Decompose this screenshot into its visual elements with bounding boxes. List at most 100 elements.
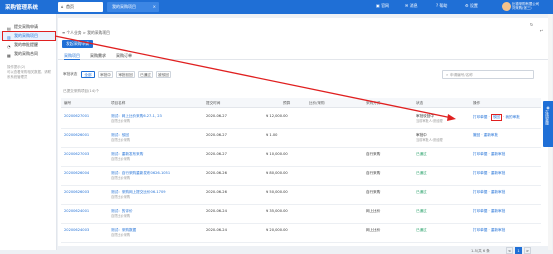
page-prev[interactable]: < — [506, 247, 513, 254]
filter-rejected[interactable]: 被驳回 — [156, 71, 171, 78]
row-method: 自行采购 — [366, 152, 381, 156]
row-budget: ¥ 1.00 — [266, 133, 278, 137]
row-ops: 打印单据 · 驳回 · 我的审批 — [473, 114, 520, 121]
row-name-cell: 测试：自行采购重新发布0626-1051 自然比价采购 — [111, 171, 170, 181]
col-date: 提交时间 — [206, 101, 221, 105]
row-sub: 自然比价采购 — [111, 214, 131, 218]
highlight-box — [2, 31, 56, 41]
new-request-button[interactable]: 发起采购申请 — [62, 40, 93, 48]
row-name-cell: 测试：网上比价采购6.27-1, 23 自然比价采购 — [111, 114, 162, 124]
row-status-cell: 审批中 当前审批人:张经理 — [416, 133, 443, 143]
row-name-cell: 测试：采购数据 自然比价采购 — [111, 228, 136, 238]
row-method: 网上比价 — [366, 209, 381, 213]
table-row: 20200626003 测试：采购网上提交比价06-1709 自然比价采购 2020-… — [61, 186, 541, 205]
menu-message[interactable]: ✉ 消息 — [405, 3, 418, 9]
row-op-link[interactable]: 打印单据 — [473, 171, 487, 175]
user-role: 刘采购(张三) — [512, 6, 532, 10]
row-name[interactable]: 测试：采购数据 — [111, 228, 136, 232]
row-op-link[interactable]: 打印单据 — [473, 209, 487, 213]
filter-all[interactable]: 全部 — [81, 71, 95, 78]
result-count: 已提交采购项目(14)个 — [63, 89, 100, 93]
row-method: 网上比价 — [366, 228, 381, 232]
row-op-link[interactable]: 撤回 — [473, 133, 480, 137]
row-ops: 打印单据 · 重新审批 — [473, 228, 506, 232]
top-bar: 采购管理系统 ⌂ 首页 我的采购项目 × ▣ 官网 ✉ 消息 ? 帮助 ⚙ 设置… — [0, 0, 553, 14]
row-op-link[interactable]: 重新审批 — [491, 209, 505, 213]
tab-my-procurement-label: 我的采购项目 — [112, 4, 136, 9]
row-status: 已通过 — [416, 171, 427, 175]
filter-pending[interactable]: 审批中 — [98, 71, 113, 78]
row-date: 2020-06-27 — [206, 152, 227, 156]
online-service-button[interactable]: ◉ 在线客服 — [543, 101, 553, 147]
row-op-link[interactable]: 打印单据 — [473, 228, 487, 232]
row-ops: 打印单据 · 重新审批 — [473, 209, 506, 213]
row-date: 2020-06-24 — [206, 209, 227, 213]
row-sub: 自然比价采购 — [111, 233, 131, 237]
row-status: 已通过 — [416, 228, 427, 232]
tab-orders[interactable]: 采购订单 — [116, 52, 132, 59]
row-name[interactable]: 测试：采购网上提交比价06-1709 — [111, 190, 166, 194]
row-op-link[interactable]: 重新审批 — [491, 190, 505, 194]
row-status-sub: 当前审批人:张经理 — [416, 119, 443, 123]
user-info[interactable]: 比德采购有限公司 刘采购(张三) — [512, 2, 539, 10]
row-id[interactable]: 20200624001 — [64, 209, 89, 214]
row-status-cell: 已通过 — [416, 228, 427, 233]
row-op-link[interactable]: 重新审批 — [491, 152, 505, 156]
filter-label: 审批状态 — [63, 72, 78, 76]
row-op-link[interactable]: 重新审批 — [484, 133, 498, 137]
refresh-icon[interactable]: ↻ — [528, 22, 535, 29]
row-id[interactable]: 20200624003 — [64, 228, 89, 233]
table-row: 20200624003 测试：采购数据 自然比价采购 2020-06-24 ¥ 20,0… — [61, 224, 541, 243]
avatar[interactable] — [502, 2, 511, 11]
col-id[interactable]: 编号 — [64, 101, 71, 106]
row-id[interactable]: 20200627003 — [64, 152, 89, 157]
col-budget: 预算 — [283, 101, 291, 105]
row-op-link[interactable]: 打印单据 — [473, 190, 487, 194]
page-1[interactable]: 1 — [515, 247, 522, 254]
row-op-link[interactable]: 打印单据 — [473, 152, 487, 156]
row-name[interactable]: 测试：重新发布采购 — [111, 152, 143, 156]
row-budget: ¥ 20,000.00 — [266, 228, 288, 232]
row-op-link[interactable]: 重新审批 — [491, 228, 505, 232]
table-row: 20200627001 测试：网上比价采购6.27-1, 23 自然比价采购 2020… — [61, 110, 541, 129]
row-ops: 打印单据 · 重新审批 — [473, 152, 506, 156]
sidebar-item-contracts[interactable]: ▦ 我的采购合同 — [0, 49, 56, 58]
search-input[interactable]: ⌕ 申请编号/名称 — [442, 70, 534, 79]
row-name[interactable]: 测试：驳回 — [111, 133, 129, 137]
menu-site[interactable]: ▣ 官网 — [376, 3, 389, 9]
filter-rejecting[interactable]: 审批驳回 — [116, 71, 135, 78]
tab-home[interactable]: ⌂ 首页 — [58, 2, 103, 12]
close-icon[interactable]: × — [153, 2, 156, 12]
row-status: 已通过 — [416, 209, 427, 213]
sidebar-item-approvals[interactable]: ◔ 我的审批提醒 — [0, 40, 56, 49]
col-ops: 操作 — [473, 101, 481, 105]
row-sub: 自然比价采购 — [111, 138, 131, 142]
row-status: 已通过 — [416, 152, 427, 156]
row-name[interactable]: 测试：的评价 — [111, 209, 133, 213]
back-icon[interactable]: ↩ — [538, 28, 545, 35]
row-op-link[interactable]: 重新审批 — [491, 171, 505, 175]
row-status-cell: 已通过 — [416, 209, 427, 214]
row-status-sub: 当前审批人:张经理 — [416, 138, 443, 142]
menu-help[interactable]: ? 帮助 — [436, 3, 447, 9]
search-icon: ⌕ — [446, 72, 449, 77]
row-id[interactable]: 20200627001 — [64, 114, 89, 119]
row-op-link[interactable]: 打印单据 — [473, 115, 487, 119]
tab-my-procurement[interactable]: 我的采购项目 × — [107, 2, 159, 12]
menu-settings[interactable]: ⚙ 设置 — [465, 3, 478, 9]
row-id[interactable]: 20200626004 — [64, 171, 89, 176]
row-status-cell: 已通过 — [416, 190, 427, 195]
row-name[interactable]: 测试：网上比价采购6.27-1, 23 — [111, 114, 162, 118]
tab-projects[interactable]: 采购项目 — [64, 52, 80, 60]
home-icon: ⌂ — [61, 4, 64, 9]
tab-needs[interactable]: 采购需求 — [90, 52, 106, 59]
page-next[interactable]: > — [524, 247, 531, 254]
row-id[interactable]: 20200626003 — [64, 190, 89, 195]
row-op-link[interactable]: 我的审批 — [505, 115, 519, 119]
row-id[interactable]: 20200626001 — [64, 133, 89, 138]
row-name[interactable]: 测试：自行采购重新发布0626-1051 — [111, 171, 170, 175]
row-op-link[interactable]: 驳回 — [490, 114, 502, 121]
row-status-cell: 审批驳回中 当前审批人:张经理 — [416, 114, 443, 124]
sidebar-item-submit[interactable]: ▤ 提交采购申请 — [0, 22, 56, 31]
filter-passed[interactable]: 已通过 — [138, 71, 153, 78]
